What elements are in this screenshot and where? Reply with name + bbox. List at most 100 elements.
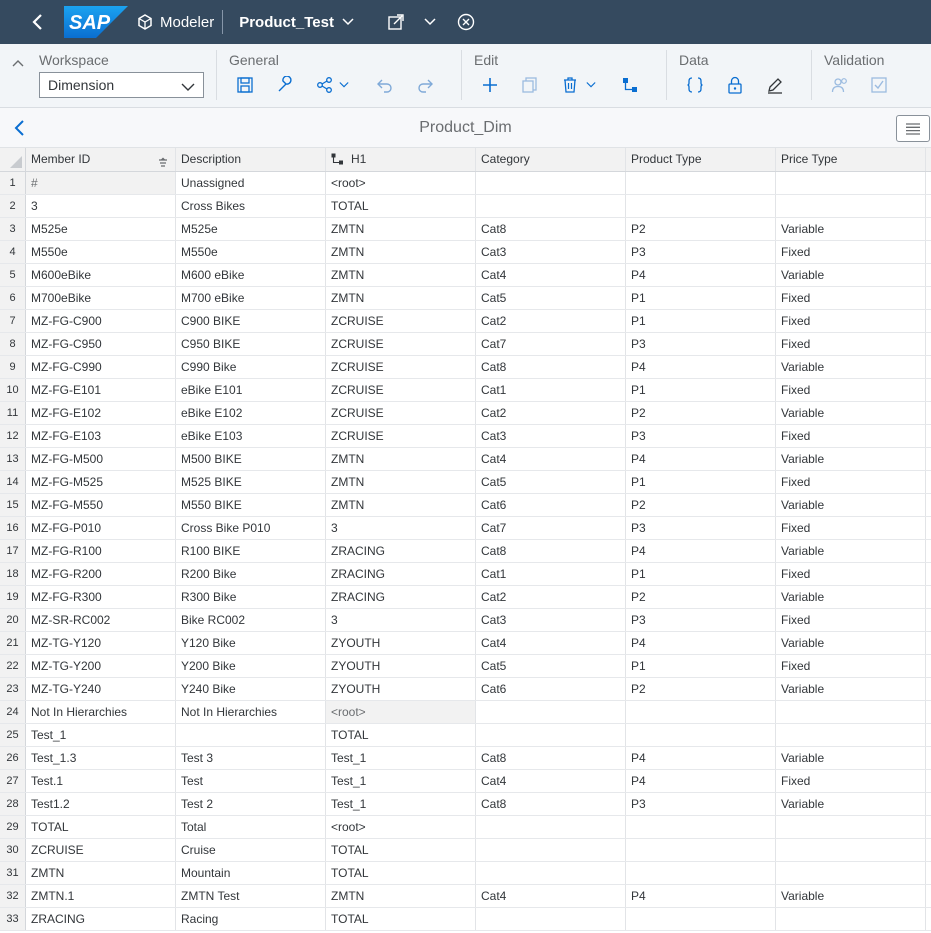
table-row[interactable]: 10 MZ-FG-E101 eBike E101 ZCRUISE Cat1 P1 Fixed bbox=[0, 379, 931, 402]
table-corner[interactable] bbox=[0, 148, 26, 171]
cell-member-id[interactable]: 3 bbox=[26, 195, 176, 217]
cell-product-type[interactable]: P3 bbox=[626, 425, 776, 447]
cell-product-type[interactable]: P3 bbox=[626, 793, 776, 815]
collapse-toolbar-icon[interactable] bbox=[12, 54, 26, 68]
table-row[interactable]: 12 MZ-FG-E103 eBike E103 ZCRUISE Cat3 P3 Fixed bbox=[0, 425, 931, 448]
cell-price-type[interactable]: Variable bbox=[776, 356, 926, 378]
cell-description[interactable]: M550e bbox=[176, 241, 326, 263]
cell-price-type[interactable] bbox=[776, 862, 926, 884]
cell-member-id[interactable]: M700eBike bbox=[26, 287, 176, 309]
cell-description[interactable]: M525 BIKE bbox=[176, 471, 326, 493]
cell-product-type[interactable]: P1 bbox=[626, 655, 776, 677]
cell-member-id[interactable]: ZMTN bbox=[26, 862, 176, 884]
cell-description[interactable]: Bike RC002 bbox=[176, 609, 326, 631]
cell-price-type[interactable]: Fixed bbox=[776, 517, 926, 539]
cell-price-type[interactable]: Fixed bbox=[776, 655, 926, 677]
cell-category[interactable]: Cat7 bbox=[476, 333, 626, 355]
cell-product-type[interactable]: P4 bbox=[626, 356, 776, 378]
cell-member-id[interactable]: MZ-FG-E102 bbox=[26, 402, 176, 424]
cell-description[interactable] bbox=[176, 724, 326, 746]
cell-category[interactable]: Cat1 bbox=[476, 563, 626, 585]
cell-h1[interactable]: Test_1 bbox=[326, 747, 476, 769]
cell-price-type[interactable]: Variable bbox=[776, 448, 926, 470]
cell-member-id[interactable]: TOTAL bbox=[26, 816, 176, 838]
cell-product-type[interactable] bbox=[626, 839, 776, 861]
cell-category[interactable]: Cat5 bbox=[476, 471, 626, 493]
cell-description[interactable]: ZMTN Test bbox=[176, 885, 326, 907]
cell-h1[interactable]: Test_1 bbox=[326, 793, 476, 815]
add-icon[interactable] bbox=[479, 74, 501, 96]
cell-h1[interactable]: ZCRUISE bbox=[326, 425, 476, 447]
cell-product-type[interactable]: P4 bbox=[626, 632, 776, 654]
cell-category[interactable] bbox=[476, 195, 626, 217]
cell-category[interactable]: Cat1 bbox=[476, 379, 626, 401]
cell-member-id[interactable]: MZ-TG-Y240 bbox=[26, 678, 176, 700]
cell-price-type[interactable]: Variable bbox=[776, 678, 926, 700]
cell-description[interactable]: eBike E103 bbox=[176, 425, 326, 447]
cell-h1[interactable]: Test_1 bbox=[326, 770, 476, 792]
cell-product-type[interactable]: P1 bbox=[626, 563, 776, 585]
table-row[interactable]: 4 M550e M550e ZMTN Cat3 P3 Fixed bbox=[0, 241, 931, 264]
cell-h1[interactable]: ZYOUTH bbox=[326, 632, 476, 654]
cell-category[interactable]: Cat6 bbox=[476, 494, 626, 516]
cell-category[interactable] bbox=[476, 908, 626, 930]
table-row[interactable]: 15 MZ-FG-M550 M550 BIKE ZMTN Cat6 P2 Variable bbox=[0, 494, 931, 517]
cell-price-type[interactable]: Variable bbox=[776, 540, 926, 562]
cell-member-id[interactable]: MZ-FG-E101 bbox=[26, 379, 176, 401]
cell-product-type[interactable] bbox=[626, 816, 776, 838]
cell-description[interactable]: M500 BIKE bbox=[176, 448, 326, 470]
cell-member-id[interactable]: Not In Hierarchies bbox=[26, 701, 176, 723]
cell-category[interactable] bbox=[476, 724, 626, 746]
cell-product-type[interactable] bbox=[626, 862, 776, 884]
table-row[interactable]: 29 TOTAL Total <root> bbox=[0, 816, 931, 839]
cell-price-type[interactable]: Variable bbox=[776, 747, 926, 769]
cell-member-id[interactable]: M525e bbox=[26, 218, 176, 240]
cell-product-type[interactable]: P4 bbox=[626, 540, 776, 562]
cell-member-id[interactable]: MZ-TG-Y120 bbox=[26, 632, 176, 654]
cell-h1[interactable]: TOTAL bbox=[326, 839, 476, 861]
cell-member-id[interactable]: MZ-FG-C950 bbox=[26, 333, 176, 355]
cell-h1[interactable]: ZMTN bbox=[326, 287, 476, 309]
cell-product-type[interactable]: P4 bbox=[626, 885, 776, 907]
column-header-member-id[interactable]: Member ID bbox=[26, 148, 176, 171]
cell-product-type[interactable] bbox=[626, 172, 776, 194]
cell-price-type[interactable]: Variable bbox=[776, 632, 926, 654]
cell-h1[interactable]: ZCRUISE bbox=[326, 379, 476, 401]
copy-icon[interactable] bbox=[519, 74, 541, 96]
cell-member-id[interactable]: MZ-SR-RC002 bbox=[26, 609, 176, 631]
cell-product-type[interactable]: P3 bbox=[626, 241, 776, 263]
cell-category[interactable]: Cat3 bbox=[476, 425, 626, 447]
cell-h1[interactable]: TOTAL bbox=[326, 195, 476, 217]
validate-checkbox-icon[interactable] bbox=[868, 74, 890, 96]
cell-member-id[interactable]: MZ-FG-M500 bbox=[26, 448, 176, 470]
cell-h1[interactable]: ZYOUTH bbox=[326, 655, 476, 677]
cell-description[interactable]: Y240 Bike bbox=[176, 678, 326, 700]
formula-braces-icon[interactable] bbox=[684, 74, 706, 96]
cell-h1[interactable]: 3 bbox=[326, 517, 476, 539]
cell-product-type[interactable]: P2 bbox=[626, 586, 776, 608]
table-row[interactable]: 21 MZ-TG-Y120 Y120 Bike ZYOUTH Cat4 P4 Variabl… bbox=[0, 632, 931, 655]
cell-member-id[interactable]: MZ-FG-C900 bbox=[26, 310, 176, 332]
back-to-list-icon[interactable] bbox=[10, 118, 30, 138]
cell-product-type[interactable] bbox=[626, 908, 776, 930]
cell-description[interactable]: Cruise bbox=[176, 839, 326, 861]
cell-member-id[interactable]: MZ-FG-R100 bbox=[26, 540, 176, 562]
cell-member-id[interactable]: MZ-FG-P010 bbox=[26, 517, 176, 539]
cell-member-id[interactable]: Test.1 bbox=[26, 770, 176, 792]
cell-h1[interactable]: ZCRUISE bbox=[326, 356, 476, 378]
cell-member-id[interactable]: MZ-FG-C990 bbox=[26, 356, 176, 378]
undo-icon[interactable] bbox=[374, 74, 396, 96]
column-header-h1[interactable]: H1 bbox=[326, 148, 476, 171]
cell-description[interactable]: R300 Bike bbox=[176, 586, 326, 608]
cell-category[interactable]: Cat2 bbox=[476, 402, 626, 424]
title-chevron-down-icon[interactable] bbox=[342, 15, 356, 29]
cell-product-type[interactable]: P1 bbox=[626, 310, 776, 332]
cell-description[interactable]: R100 BIKE bbox=[176, 540, 326, 562]
save-icon[interactable] bbox=[234, 74, 256, 96]
cell-member-id[interactable]: MZ-FG-R300 bbox=[26, 586, 176, 608]
cell-description[interactable]: eBike E102 bbox=[176, 402, 326, 424]
cell-price-type[interactable] bbox=[776, 195, 926, 217]
cell-product-type[interactable]: P2 bbox=[626, 402, 776, 424]
cell-category[interactable]: Cat5 bbox=[476, 655, 626, 677]
cell-description[interactable]: Racing bbox=[176, 908, 326, 930]
